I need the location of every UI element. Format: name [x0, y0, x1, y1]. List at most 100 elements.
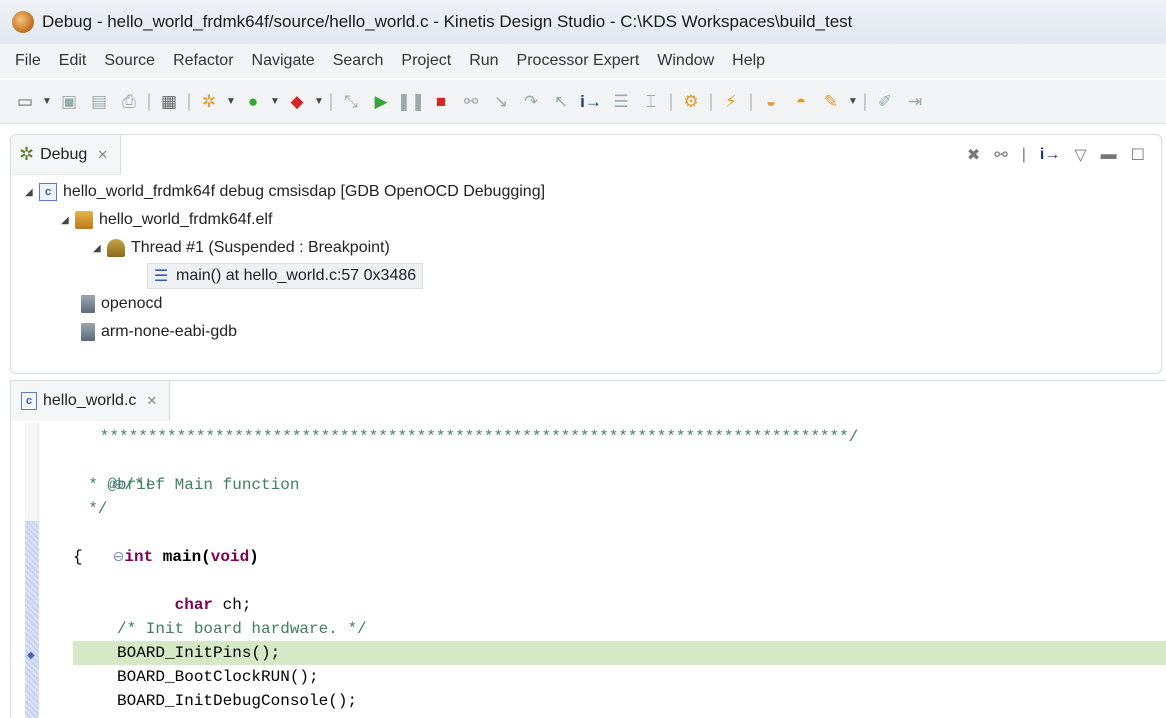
- code-line-3: * @brief Main function: [69, 476, 300, 494]
- editor-tab-label: hello_world.c: [43, 392, 137, 409]
- toolbar-separator: |: [862, 91, 868, 111]
- expand-arrow-icon[interactable]: ◢: [93, 243, 107, 254]
- menu-help[interactable]: Help: [723, 52, 774, 70]
- elf-binary-icon: [75, 211, 93, 229]
- window-title: Debug - hello_world_frdmk64f/source/hell…: [42, 12, 853, 31]
- close-icon[interactable]: ✕: [146, 393, 157, 409]
- search-tool-icon[interactable]: ✎: [818, 89, 844, 115]
- toolbar-separator: |: [748, 91, 754, 111]
- menu-edit[interactable]: Edit: [50, 52, 96, 70]
- run-dropdown-icon[interactable]: ▼: [270, 89, 280, 115]
- maximize-icon[interactable]: ☐: [1131, 145, 1145, 165]
- toolbar-separator: |: [186, 91, 192, 111]
- debug-view: ✲ Debug ✕ ✖ ⚯ | i→ ▽ ▬ ☐ ◢ c hello_world…: [10, 134, 1162, 374]
- thread-label: Thread #1 (Suspended : Breakpoint): [131, 239, 390, 256]
- skip-breakpoints-icon[interactable]: ⤡: [338, 89, 364, 115]
- menu-source[interactable]: Source: [95, 52, 164, 70]
- debug-scope-marker: [25, 521, 39, 718]
- launch-label: hello_world_frdmk64f debug cmsisdap [GDB…: [63, 183, 546, 200]
- code-keyword: int: [124, 548, 154, 566]
- restart-icon[interactable]: ☰: [608, 89, 634, 115]
- toolbar-separator: |: [146, 91, 152, 111]
- external-tools-dropdown-icon[interactable]: ▼: [314, 89, 324, 115]
- process-icon: [81, 295, 95, 313]
- step-over-icon[interactable]: ↷: [518, 89, 544, 115]
- process-icon: [81, 323, 95, 341]
- flash-icon[interactable]: ⚡: [718, 89, 744, 115]
- new-icon[interactable]: ▭: [12, 89, 38, 115]
- instruction-pointer-icon: ◆: [27, 650, 35, 661]
- debug-icon[interactable]: ✲: [196, 89, 222, 115]
- code-keyword: char: [174, 596, 214, 614]
- editor-ruler[interactable]: ◆: [25, 423, 39, 718]
- debug-dropdown-icon[interactable]: ▼: [226, 89, 236, 115]
- view-menu-icon[interactable]: ▽: [1074, 145, 1086, 165]
- menu-processor-expert[interactable]: Processor Expert: [508, 52, 649, 70]
- menu-file[interactable]: File: [6, 52, 50, 70]
- search-tool-dropdown-icon[interactable]: ▼: [848, 89, 858, 115]
- close-icon[interactable]: ✕: [97, 147, 108, 163]
- debug-view-actions: ✖ ⚯ | i→ ▽ ▬ ☐: [967, 145, 1145, 165]
- step-return-icon[interactable]: ↖: [548, 89, 574, 115]
- code-line-7: char ch;: [117, 569, 252, 614]
- code-line-4: */: [69, 500, 108, 518]
- processor-expert-icon[interactable]: ⚙: [678, 89, 704, 115]
- instruction-stepping-icon[interactable]: i→: [578, 89, 604, 115]
- code-text: ch;: [213, 596, 252, 614]
- save-all-icon[interactable]: ▤: [86, 89, 112, 115]
- step-into-icon[interactable]: ↘: [488, 89, 514, 115]
- connect-icon[interactable]: ⚯: [994, 145, 1007, 165]
- menu-project[interactable]: Project: [392, 52, 460, 70]
- instruction-stepping-icon[interactable]: i→: [1040, 146, 1060, 164]
- code-line-6: {: [73, 548, 83, 566]
- toolbar-separator: |: [328, 91, 334, 111]
- annotation-icon[interactable]: ✐: [872, 89, 898, 115]
- elf-label: hello_world_frdmk64f.elf: [99, 211, 273, 228]
- tree-item-thread[interactable]: ◢ Thread #1 (Suspended : Breakpoint): [93, 235, 390, 261]
- save-icon[interactable]: ▣: [56, 89, 82, 115]
- external-tools-icon[interactable]: ◆: [284, 89, 310, 115]
- disconnect-icon[interactable]: ⚯: [458, 89, 484, 115]
- tree-item-openocd[interactable]: openocd: [81, 291, 162, 317]
- open-type-icon[interactable]: ◒: [758, 89, 784, 115]
- c-launch-icon: c: [39, 183, 57, 201]
- tree-item-launch[interactable]: ◢ c hello_world_frdmk64f debug cmsisdap …: [25, 179, 545, 205]
- menu-navigate[interactable]: Navigate: [243, 52, 324, 70]
- code-function: main(: [153, 548, 211, 566]
- stack-frame-icon: ☰: [153, 268, 169, 285]
- fold-collapse-icon[interactable]: ⊖: [113, 549, 125, 565]
- run-icon[interactable]: ●: [240, 89, 266, 115]
- build-icon[interactable]: ▦: [156, 89, 182, 115]
- print-icon[interactable]: ⎙: [116, 89, 142, 115]
- reset-icon[interactable]: ⌶: [638, 89, 664, 115]
- thread-suspended-icon: [107, 239, 125, 257]
- process-gdb-label: arm-none-eabi-gdb: [101, 323, 238, 340]
- menu-run[interactable]: Run: [460, 52, 507, 70]
- window-titlebar: Debug - hello_world_frdmk64f/source/hell…: [0, 0, 1166, 44]
- debug-bug-icon: ✲: [19, 144, 35, 164]
- tab-debug-label: Debug: [40, 145, 88, 163]
- menu-search[interactable]: Search: [324, 52, 393, 70]
- c-file-icon: c: [21, 392, 37, 410]
- code-line-11: BOARD_BootClockRUN();: [117, 668, 319, 686]
- tree-item-stack-frame[interactable]: ☰ main() at hello_world.c:57 0x3486: [147, 263, 424, 289]
- toolbar-separator: |: [708, 91, 714, 111]
- new-dropdown-icon[interactable]: ▼: [42, 89, 52, 115]
- tree-item-gdb[interactable]: arm-none-eabi-gdb: [81, 319, 237, 345]
- suspend-icon[interactable]: ❚❚: [397, 89, 426, 115]
- open-folder-icon[interactable]: ◓: [788, 89, 814, 115]
- tree-item-elf[interactable]: ◢ hello_world_frdmk64f.elf: [61, 207, 272, 233]
- menu-refactor[interactable]: Refactor: [164, 52, 242, 70]
- next-annotation-icon[interactable]: ⇥: [902, 89, 928, 115]
- expand-arrow-icon[interactable]: ◢: [61, 215, 75, 226]
- remove-terminated-icon[interactable]: ✖: [967, 145, 980, 165]
- tab-hello-world-c[interactable]: c hello_world.c ✕: [11, 381, 171, 421]
- tab-debug[interactable]: ✲ Debug ✕: [11, 135, 122, 175]
- resume-icon[interactable]: ▶: [368, 89, 394, 115]
- terminate-icon[interactable]: ■: [428, 89, 454, 115]
- menu-window[interactable]: Window: [648, 52, 723, 70]
- minimize-icon[interactable]: ▬: [1101, 146, 1117, 164]
- expand-arrow-icon[interactable]: ◢: [25, 187, 39, 198]
- toolbar-separator: |: [1021, 146, 1026, 163]
- code-function: ): [249, 548, 259, 566]
